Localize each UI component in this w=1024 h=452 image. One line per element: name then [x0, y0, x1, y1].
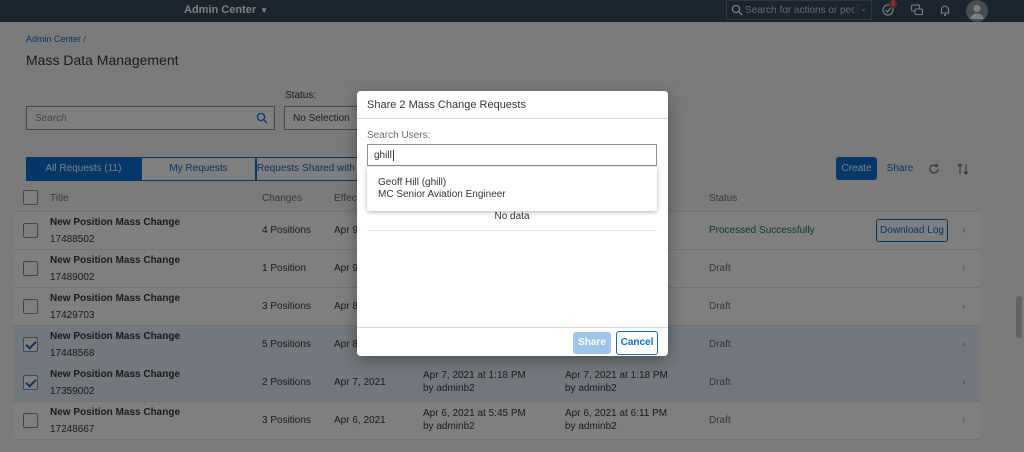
share-dialog: Share 2 Mass Change Requests Search User…: [357, 91, 668, 356]
text-cursor: [392, 150, 394, 161]
dialog-share-button[interactable]: Share: [573, 332, 611, 354]
no-data-row: No data: [367, 211, 657, 231]
dialog-cancel-button[interactable]: Cancel: [616, 331, 658, 355]
search-users-value: ghill: [374, 150, 394, 161]
dialog-header: Share 2 Mass Change Requests: [357, 91, 668, 119]
search-users-text: ghill: [374, 150, 392, 162]
search-users-label: Search Users:: [367, 130, 431, 141]
dialog-title: Share 2 Mass Change Requests: [367, 99, 526, 111]
suggestion-role: MC Senior Aviation Engineer: [378, 189, 506, 200]
no-data-text: No data: [494, 211, 530, 222]
dialog-footer: Share Cancel: [357, 327, 668, 356]
search-users-input[interactable]: ghill: [367, 144, 657, 166]
user-suggestion[interactable]: Geoff Hill (ghill) MC Senior Aviation En…: [367, 167, 657, 211]
suggestion-name: Geoff Hill (ghill): [378, 177, 447, 188]
